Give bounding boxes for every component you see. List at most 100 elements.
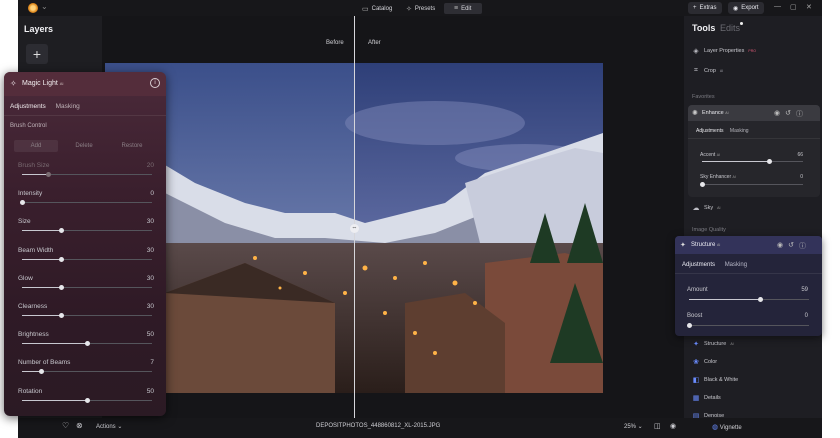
structure-icon: ✦ bbox=[693, 341, 699, 348]
number-of-beams-slider[interactable] bbox=[22, 369, 152, 375]
clearness-slider[interactable] bbox=[22, 313, 152, 318]
edits-indicator bbox=[740, 22, 743, 25]
app-logo-icon[interactable] bbox=[28, 3, 38, 13]
tools-tab[interactable]: Tools bbox=[692, 23, 715, 33]
tab-adjustments[interactable]: Adjustments bbox=[10, 103, 46, 110]
slider-fill bbox=[22, 230, 61, 232]
slider-knob[interactable] bbox=[59, 284, 64, 290]
brightness-slider[interactable] bbox=[22, 341, 152, 347]
extras-label: Extras bbox=[699, 5, 717, 11]
split-handle-icon[interactable]: ⇔ bbox=[350, 224, 359, 233]
magic-light-header[interactable]: ✧ Magic Light AI i bbox=[4, 72, 166, 96]
info-icon[interactable]: ⓘ bbox=[796, 109, 803, 119]
extras-button[interactable]: + Extras bbox=[688, 2, 722, 14]
tool-structure[interactable]: ✦ Structure AI bbox=[692, 340, 734, 348]
intensity-slider[interactable] bbox=[20, 200, 152, 206]
enhance-tabs: Adjustments Masking bbox=[696, 128, 754, 134]
add-layer-button[interactable]: + bbox=[26, 44, 48, 64]
zoom-level[interactable]: 25% ⌄ bbox=[624, 423, 643, 430]
amount-value: 59 bbox=[801, 287, 808, 293]
brush-restore-button[interactable]: Restore bbox=[110, 140, 154, 152]
chevron-down-icon[interactable]: ⌄ bbox=[41, 2, 48, 11]
enhance-header[interactable]: ✺ Enhance AI ◉ ↺ ⓘ bbox=[688, 105, 820, 121]
accent-slider[interactable] bbox=[702, 159, 803, 164]
tool-sky[interactable]: ☁ Sky AI bbox=[692, 204, 721, 212]
slider-knob[interactable] bbox=[39, 369, 45, 375]
tab-adjustments[interactable]: Adjustments bbox=[696, 128, 724, 134]
tab-catalog[interactable]: ▭ Catalog bbox=[362, 3, 392, 14]
visibility-eye-icon[interactable]: ◉ bbox=[777, 241, 783, 251]
tab-adjustments[interactable]: Adjustments bbox=[682, 262, 715, 268]
actions-menu[interactable]: Actions ⌄ bbox=[96, 423, 122, 430]
structure-header[interactable]: ✦ Structure AI ◉ ↺ ⓘ bbox=[675, 236, 822, 254]
slider-fill bbox=[22, 399, 87, 401]
tool-details[interactable]: ▦ Details bbox=[692, 394, 721, 402]
sky-enhancer-value: 0 bbox=[800, 174, 803, 180]
size-slider[interactable] bbox=[22, 228, 152, 234]
enhance-tool-card: ✺ Enhance AI ◉ ↺ ⓘ Adjustments Masking A… bbox=[688, 105, 820, 197]
compare-view-icon[interactable]: ◫ bbox=[654, 422, 661, 430]
slider-knob[interactable] bbox=[687, 323, 692, 328]
brush-add-button[interactable]: Add bbox=[14, 140, 58, 152]
edit-icon: ≡ bbox=[454, 5, 459, 12]
color-icon: ❀ bbox=[693, 359, 699, 366]
rotation-slider[interactable] bbox=[22, 397, 152, 403]
export-button[interactable]: ◉ Export bbox=[728, 2, 764, 14]
tool-label: Details bbox=[704, 395, 721, 401]
divider bbox=[4, 115, 166, 116]
brush-size-value: 20 bbox=[146, 162, 154, 169]
ai-badge: AI bbox=[730, 342, 734, 346]
tab-masking[interactable]: Masking bbox=[730, 128, 749, 134]
slider-knob[interactable] bbox=[59, 256, 64, 262]
clearness-label: Clearness bbox=[18, 303, 48, 310]
close-icon[interactable]: ✕ bbox=[806, 3, 812, 11]
tab-masking[interactable]: Masking bbox=[56, 103, 80, 110]
tab-edit[interactable]: ≡ Edit bbox=[444, 3, 482, 14]
sky-enhancer-slider[interactable] bbox=[700, 182, 803, 187]
structure-tabs: Adjustments Masking bbox=[682, 262, 755, 268]
reset-icon[interactable]: ↺ bbox=[788, 241, 794, 251]
tool-crop[interactable]: ⌗ Crop AI bbox=[692, 67, 723, 75]
tab-presets[interactable]: ✧ Presets bbox=[406, 3, 435, 14]
divider bbox=[688, 138, 820, 139]
slider-fill bbox=[22, 174, 48, 175]
details-icon: ▦ bbox=[692, 395, 700, 402]
slider-knob[interactable] bbox=[59, 313, 64, 318]
slider-knob[interactable] bbox=[20, 200, 25, 206]
ai-badge: AI bbox=[717, 243, 721, 247]
tool-color[interactable]: ❀ Color bbox=[692, 358, 717, 366]
maximize-icon[interactable]: ▢ bbox=[790, 3, 797, 11]
slider-knob[interactable] bbox=[766, 159, 772, 164]
amount-slider[interactable] bbox=[689, 297, 809, 302]
slider-knob[interactable] bbox=[700, 182, 705, 187]
edits-tab[interactable]: Edits bbox=[720, 23, 740, 33]
number-of-beams-value: 7 bbox=[150, 359, 154, 367]
tool-layer-properties[interactable]: ◈ Layer Properties PRO bbox=[692, 47, 756, 55]
boost-slider[interactable] bbox=[687, 323, 809, 328]
slider-knob[interactable] bbox=[85, 341, 90, 347]
reject-icon[interactable]: ⊗ bbox=[76, 421, 83, 430]
brush-delete-button[interactable]: Delete bbox=[62, 140, 106, 152]
slider-knob[interactable] bbox=[757, 297, 763, 302]
brush-control-label: Brush Control bbox=[10, 123, 47, 129]
minimize-icon[interactable]: — bbox=[774, 3, 781, 10]
slider-knob[interactable] bbox=[85, 397, 90, 403]
tool-vignette[interactable]: ◍ Vignette bbox=[712, 423, 742, 431]
before-after-divider[interactable] bbox=[354, 16, 355, 418]
intensity-label: Intensity bbox=[18, 190, 43, 198]
black-white-icon: ◧ bbox=[692, 377, 700, 384]
reset-icon[interactable]: ↺ bbox=[785, 109, 791, 119]
export-label: Export bbox=[741, 5, 759, 11]
visibility-eye-icon[interactable]: ◉ bbox=[774, 109, 780, 119]
glow-value: 30 bbox=[146, 274, 154, 282]
glow-slider[interactable] bbox=[22, 284, 152, 290]
preview-eye-icon[interactable]: ◉ bbox=[670, 422, 676, 430]
favorite-heart-icon[interactable]: ♡ bbox=[62, 421, 69, 430]
slider-fill bbox=[22, 315, 61, 316]
info-icon[interactable]: ⓘ bbox=[799, 241, 806, 251]
tool-black-white[interactable]: ◧ Black & White bbox=[692, 376, 739, 384]
beam-width-slider[interactable] bbox=[22, 256, 152, 262]
slider-knob[interactable] bbox=[59, 228, 64, 234]
tab-masking[interactable]: Masking bbox=[725, 262, 747, 268]
info-icon[interactable]: i bbox=[150, 78, 160, 88]
